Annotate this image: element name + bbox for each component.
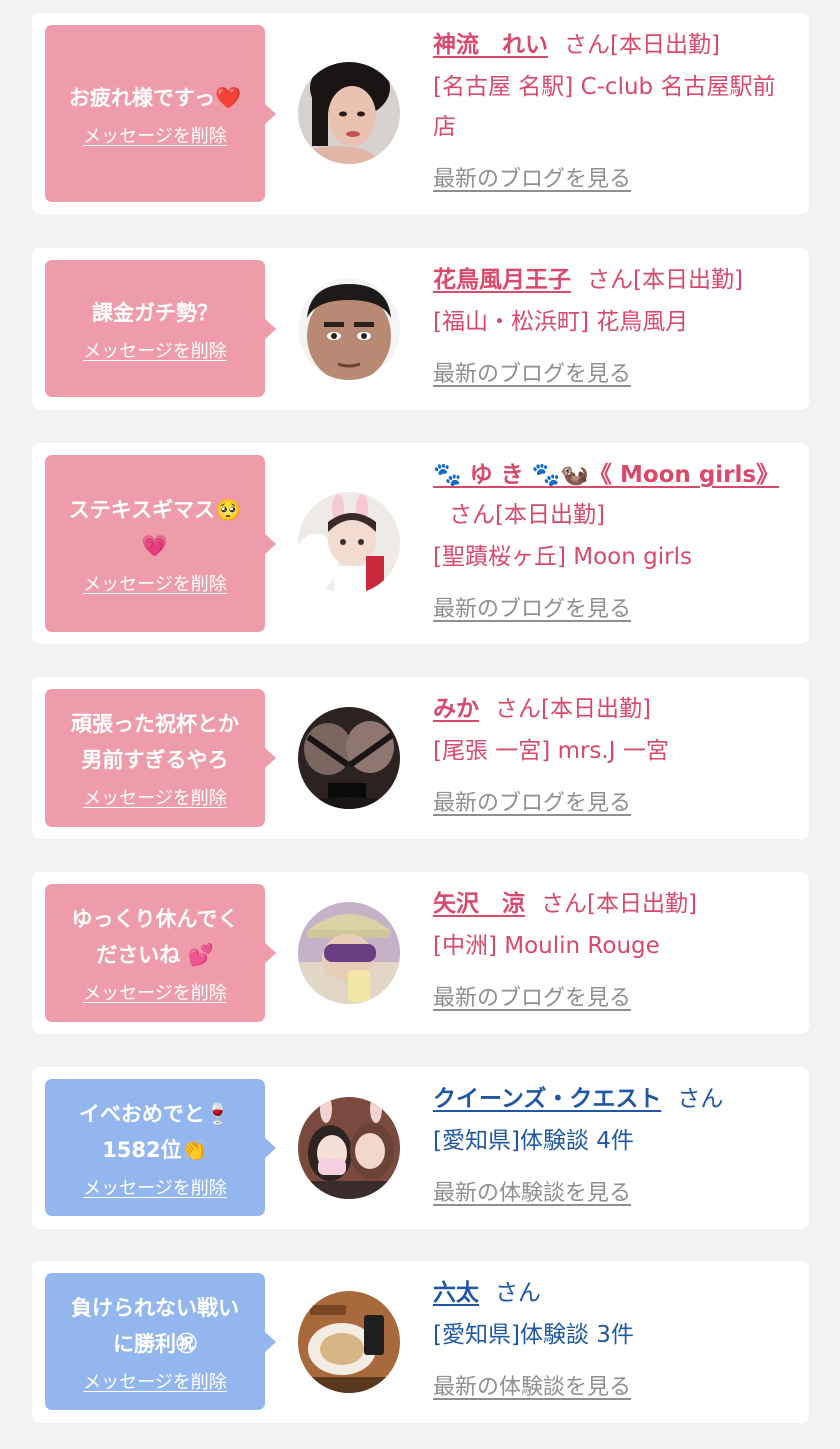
sender-suffix: さん[本日出勤] [541,891,697,917]
sender-location: [愛知県]体験談 3件 [433,1322,634,1348]
message-card: ステキスギマス🥺 💗 メッセージを削除 🐾 ゆ き 🐾🦦《 Moon girls… [32,443,809,644]
avatar[interactable] [298,492,400,594]
delete-message-link[interactable]: メッセージを削除 [83,784,227,810]
message-card: 負けられない戦い に勝利㊗ メッセージを削除 六太 さん [愛知県]体験談 3件 … [32,1261,809,1423]
sender-location: [名古屋 名駅] C-club 名古屋駅前店 [433,74,776,140]
message-bubble: ステキスギマス🥺 💗 メッセージを削除 [45,455,276,632]
sender-name-link[interactable]: 🐾 ゆ き 🐾🦦《 Moon girls》 [433,462,779,488]
message-bubble: ゆっくり休んでく ださいね 💕 メッセージを削除 [45,884,276,1022]
delete-message-link[interactable]: メッセージを削除 [83,979,227,1005]
sender-suffix: さん[本日出勤] [495,696,651,722]
message-card: 頑張った祝杯とか 男前すぎるやろ メッセージを削除 みか さん[本日出勤] [尾張… [32,677,809,839]
sender-suffix: さん[本日出勤] [587,267,743,293]
sender-suffix: さん [495,1280,541,1306]
sender-location: [聖蹟桜ヶ丘] Moon girls [433,544,692,570]
latest-blog-link[interactable]: 最新のブログを見る [433,785,631,817]
message-bubble: 負けられない戦い に勝利㊗ メッセージを削除 [45,1273,276,1410]
delete-message-link[interactable]: メッセージを削除 [83,1368,227,1394]
sender-suffix: さん[本日出勤] [564,32,720,58]
delete-message-link[interactable]: メッセージを削除 [83,122,227,148]
avatar[interactable] [298,1097,400,1199]
message-card: ゆっくり休んでく ださいね 💕 メッセージを削除 矢沢 涼さん[本日出勤] [中… [32,872,809,1034]
latest-blog-link[interactable]: 最新のブログを見る [433,980,631,1012]
message-text: 頑張った祝杯とか 男前すぎるやろ [71,712,239,772]
avatar[interactable] [298,707,400,809]
message-card: イベおめでと🍷 1582位👏 メッセージを削除 クイーンズ・クエスト さん [愛知… [32,1067,809,1229]
message-text: イベおめでと🍷 1582位👏 [78,1101,232,1162]
avatar[interactable] [298,62,400,164]
sender-info: 花鳥風月王子 さん[本日出勤] [福山・松浜町] 花鳥風月 最新のブログを見る [433,260,795,388]
latest-blog-link[interactable]: 最新のブログを見る [433,161,631,193]
sender-name-link[interactable]: 矢沢 涼 [433,891,525,917]
sender-name-link[interactable]: 神流 れい [433,32,548,58]
user-photo-icon [298,1291,400,1393]
sender-name-link[interactable]: 花鳥風月王子 [433,267,571,293]
message-text: ステキスギマス🥺 💗 [68,497,242,558]
sender-location: [愛知県]体験談 4件 [433,1128,634,1154]
sender-location: [中洲] Moulin Rouge [433,933,660,959]
avatar[interactable] [298,278,400,380]
delete-message-link[interactable]: メッセージを削除 [83,337,227,363]
sender-info: 神流 れい さん[本日出勤] [名古屋 名駅] C-club 名古屋駅前店 最新の… [433,25,795,193]
latest-blog-link[interactable]: 最新のブログを見る [433,591,631,623]
latest-review-link[interactable]: 最新の体験談を見る [433,1175,631,1207]
sender-suffix: さん[本日出勤] [449,502,605,528]
sender-location: [福山・松浜町] 花鳥風月 [433,309,689,335]
message-text: 課金ガチ勢？ [92,300,218,325]
message-card: お疲れ様ですっ❤️ メッセージを削除 神流 れい さん[本日出勤] [名古屋 名駅… [32,13,809,214]
cast-photo-icon [298,492,400,594]
latest-review-link[interactable]: 最新の体験談を見る [433,1369,631,1401]
message-text: 負けられない戦い に勝利㊗ [71,1295,239,1356]
message-bubble: イベおめでと🍷 1582位👏 メッセージを削除 [45,1079,276,1216]
cast-photo-icon [298,902,400,1004]
cast-photo-icon [298,707,400,809]
sender-info: 矢沢 涼さん[本日出勤] [中洲] Moulin Rouge 最新のブログを見る [433,884,795,1012]
message-bubble: お疲れ様ですっ❤️ メッセージを削除 [45,25,276,202]
sender-location: [尾張 一宮] mrs.J 一宮 [433,738,669,764]
latest-blog-link[interactable]: 最新のブログを見る [433,356,631,388]
cast-photo-icon [298,62,400,164]
message-bubble: 課金ガチ勢？ メッセージを削除 [45,260,276,397]
delete-message-link[interactable]: メッセージを削除 [83,570,227,596]
sender-info: 六太 さん [愛知県]体験談 3件 最新の体験談を見る [433,1273,795,1401]
message-text: ゆっくり休んでく ださいね 💕 [71,907,239,967]
cast-photo-icon [298,278,400,380]
user-photo-icon [298,1097,400,1199]
avatar[interactable] [298,902,400,1004]
sender-name-link[interactable]: クイーンズ・クエスト [433,1086,661,1112]
sender-name-link[interactable]: 六太 [433,1280,479,1306]
sender-info: クイーンズ・クエスト さん [愛知県]体験談 4件 最新の体験談を見る [433,1079,795,1207]
delete-message-link[interactable]: メッセージを削除 [83,1174,227,1200]
sender-info: 🐾 ゆ き 🐾🦦《 Moon girls》さん[本日出勤] [聖蹟桜ヶ丘] Mo… [433,455,795,623]
avatar[interactable] [298,1291,400,1393]
message-bubble: 頑張った祝杯とか 男前すぎるやろ メッセージを削除 [45,689,276,827]
message-card: 課金ガチ勢？ メッセージを削除 花鳥風月王子 さん[本日出勤] [福山・松浜町] … [32,248,809,410]
sender-suffix: さん [677,1086,724,1112]
sender-name-link[interactable]: みか [433,696,479,722]
message-text: お疲れ様ですっ❤️ [68,85,242,110]
sender-info: みか さん[本日出勤] [尾張 一宮] mrs.J 一宮 最新のブログを見る [433,689,795,817]
